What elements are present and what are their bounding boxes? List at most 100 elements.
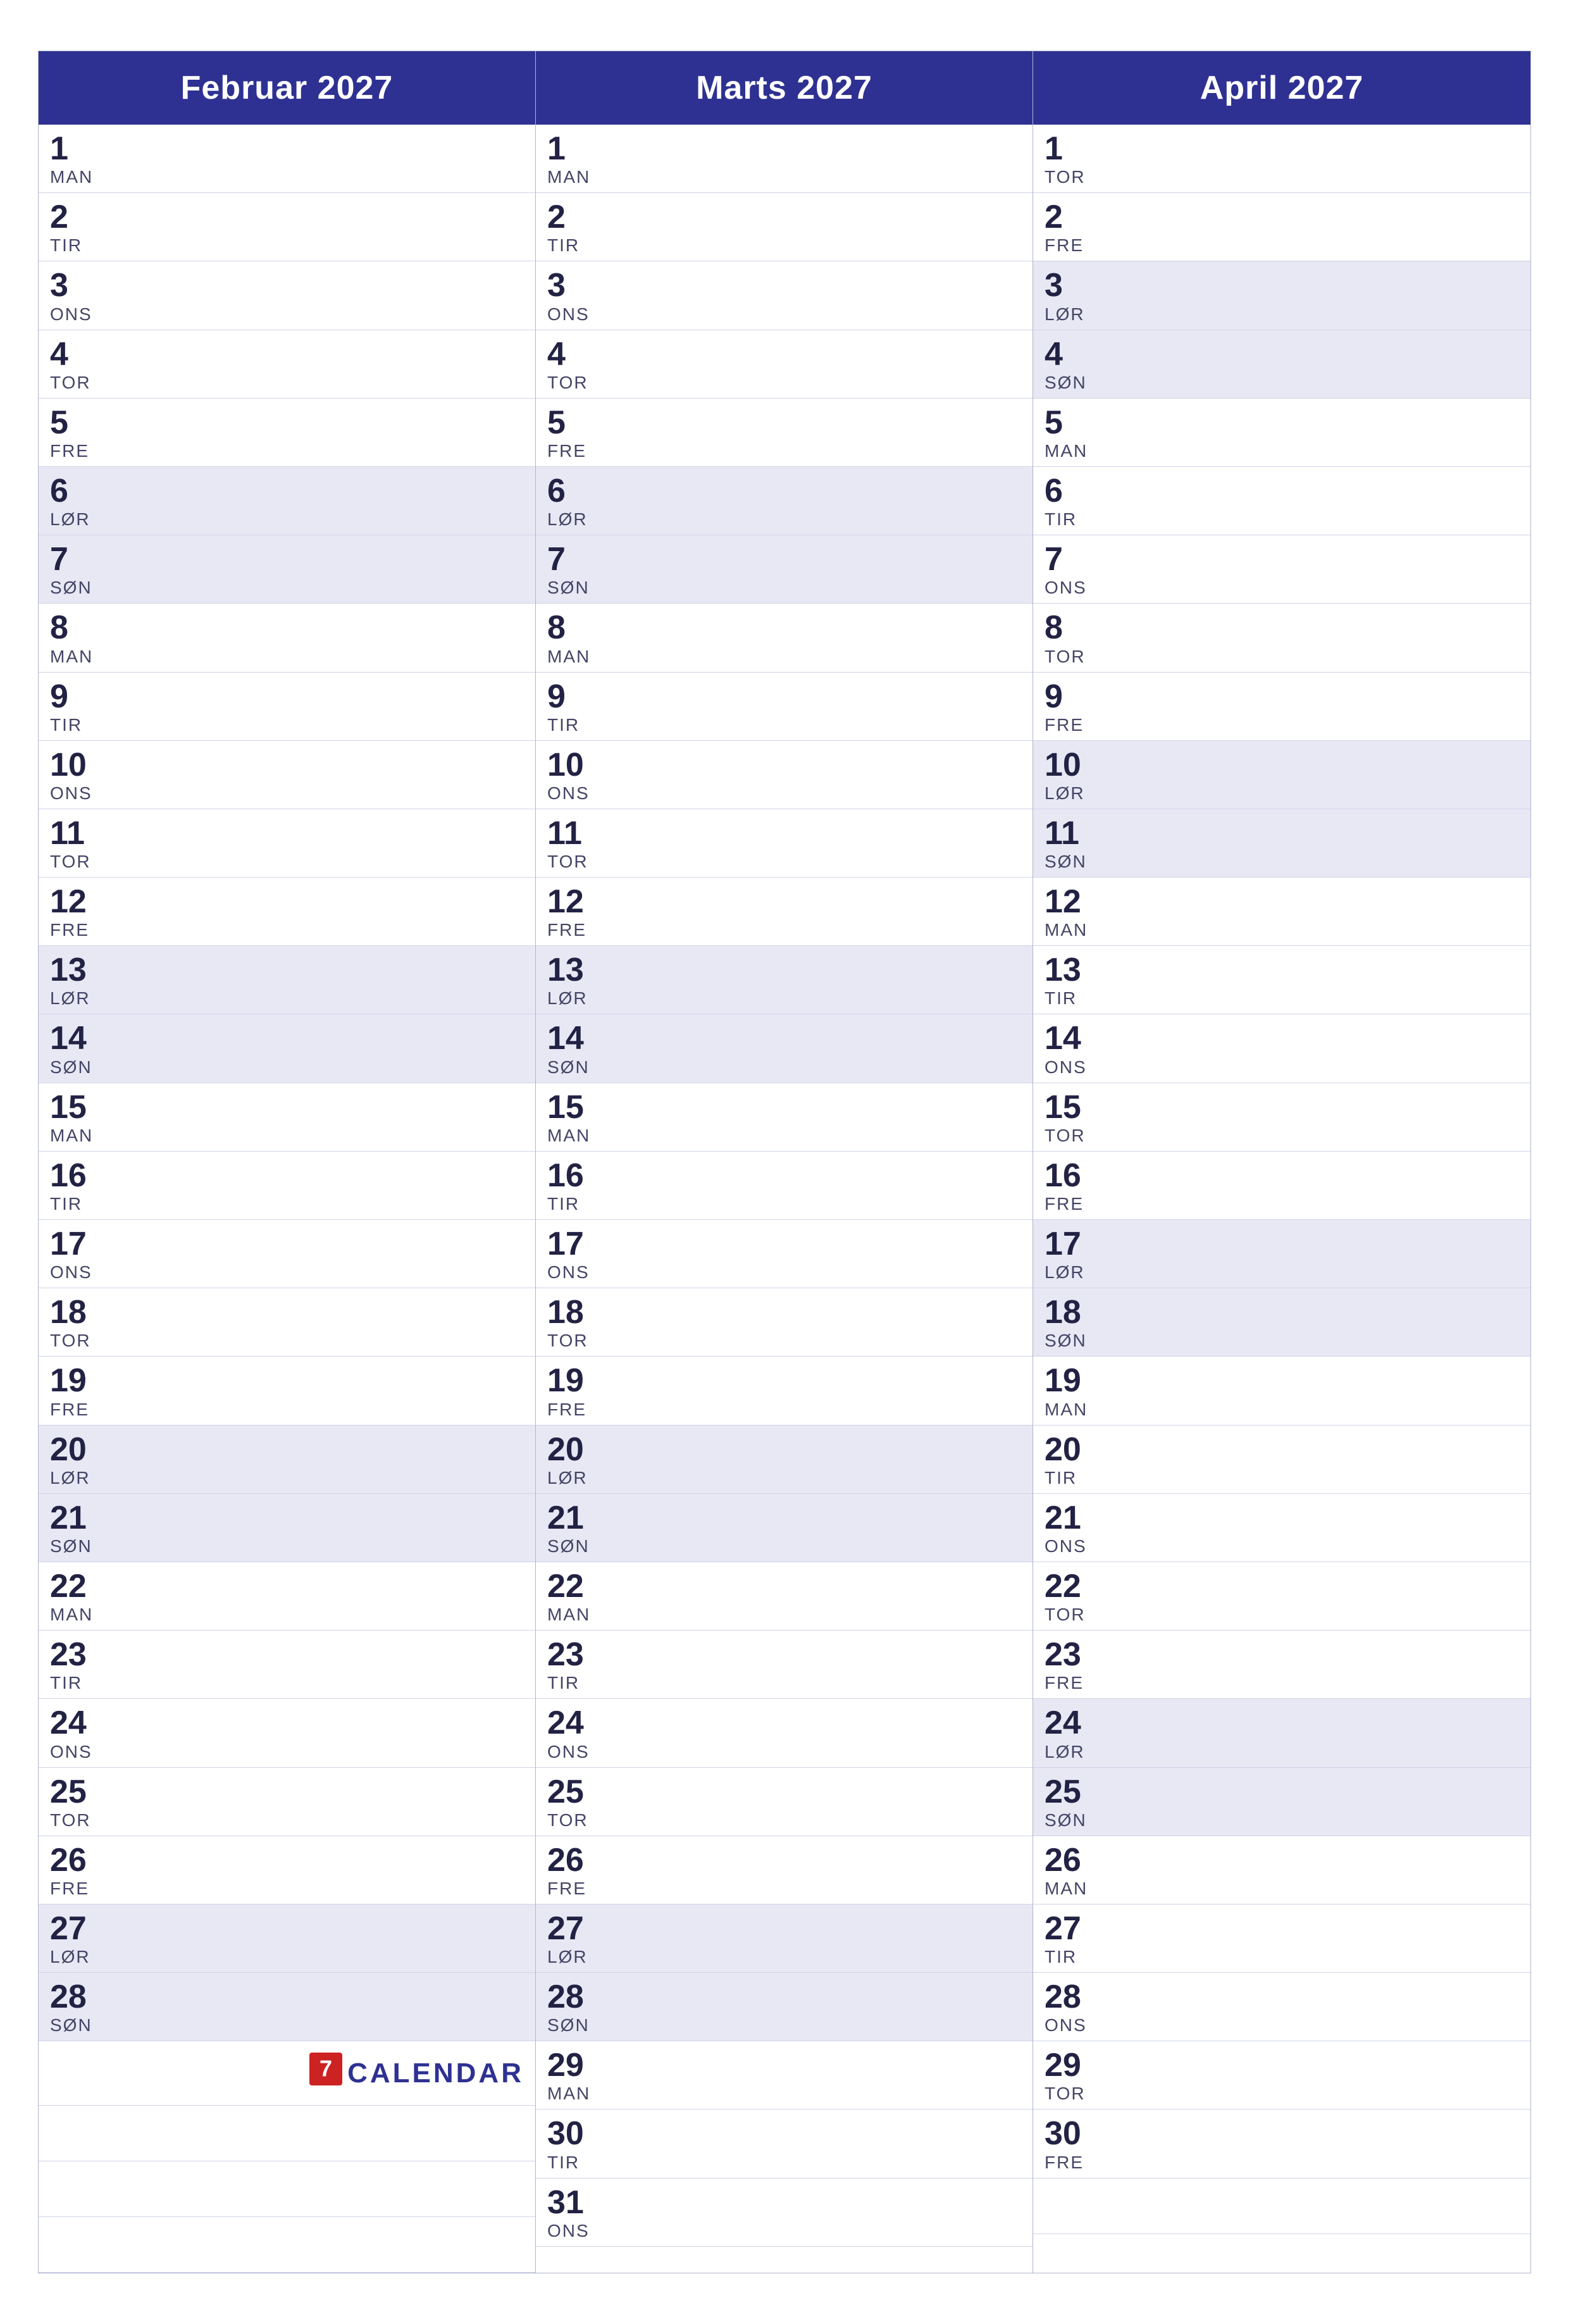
day-name-2-27: ONS <box>1045 2015 1519 2035</box>
day-name-1-0: MAN <box>547 167 1021 187</box>
day-row-1-20: 21SØN <box>536 1494 1033 1562</box>
day-number-1-10: 11 <box>547 816 1021 852</box>
day-row-2-25: 26MAN <box>1033 1836 1530 1905</box>
calendar-page: Februar 20271MAN2TIR3ONS4TOR5FRE6LØR7SØN… <box>38 51 1531 2273</box>
day-number-2-1: 2 <box>1045 199 1519 235</box>
day-name-0-7: MAN <box>50 647 524 667</box>
day-name-1-7: MAN <box>547 647 1021 667</box>
day-name-1-14: MAN <box>547 1126 1021 1146</box>
day-name-0-10: TOR <box>50 852 524 872</box>
day-number-2-19: 20 <box>1045 1432 1519 1468</box>
day-name-2-7: TOR <box>1045 647 1519 667</box>
day-row-0-22: 23TIR <box>39 1631 535 1699</box>
day-name-1-26: LØR <box>547 1947 1021 1967</box>
day-number-1-3: 4 <box>547 337 1021 373</box>
day-row-1-16: 17ONS <box>536 1220 1033 1288</box>
day-row-2-18: 19MAN <box>1033 1357 1530 1425</box>
day-number-0-16: 17 <box>50 1226 524 1262</box>
day-number-1-8: 9 <box>547 679 1021 715</box>
day-name-0-14: MAN <box>50 1126 524 1146</box>
day-row-2-7: 8TOR <box>1033 604 1530 672</box>
day-name-1-8: TIR <box>547 715 1021 735</box>
day-number-0-21: 22 <box>50 1569 524 1605</box>
day-name-2-2: LØR <box>1045 304 1519 325</box>
day-number-2-23: 24 <box>1045 1705 1519 1741</box>
day-name-0-20: SØN <box>50 1536 524 1557</box>
day-row-0-25: 26FRE <box>39 1836 535 1905</box>
day-row-1-21: 22MAN <box>536 1562 1033 1631</box>
filler-0-2 <box>39 2217 535 2273</box>
day-number-1-16: 17 <box>547 1226 1021 1262</box>
day-number-0-9: 10 <box>50 747 524 783</box>
day-number-2-4: 5 <box>1045 405 1519 441</box>
day-row-2-15: 16FRE <box>1033 1152 1530 1220</box>
day-name-0-3: TOR <box>50 373 524 393</box>
day-name-1-6: SØN <box>547 578 1021 598</box>
day-number-2-29: 30 <box>1045 2116 1519 2152</box>
day-number-0-10: 11 <box>50 816 524 852</box>
day-name-1-28: MAN <box>547 2084 1021 2104</box>
day-row-2-19: 20TIR <box>1033 1426 1530 1494</box>
day-name-1-30: ONS <box>547 2221 1021 2241</box>
day-row-2-6: 7ONS <box>1033 535 1530 604</box>
day-row-2-11: 12MAN <box>1033 878 1530 946</box>
day-name-2-13: ONS <box>1045 1057 1519 1078</box>
day-row-0-11: 12FRE <box>39 878 535 946</box>
day-number-0-25: 26 <box>50 1842 524 1879</box>
day-row-1-1: 2TIR <box>536 193 1033 261</box>
day-row-2-29: 30FRE <box>1033 2110 1530 2178</box>
day-row-2-9: 10LØR <box>1033 741 1530 809</box>
day-name-2-3: SØN <box>1045 373 1519 393</box>
day-number-2-24: 25 <box>1045 1774 1519 1810</box>
day-name-1-3: TOR <box>547 373 1021 393</box>
day-row-0-17: 18TOR <box>39 1288 535 1357</box>
day-number-1-17: 18 <box>547 1295 1021 1331</box>
day-number-2-27: 28 <box>1045 1979 1519 2015</box>
day-row-2-20: 21ONS <box>1033 1494 1530 1562</box>
day-name-0-8: TIR <box>50 715 524 735</box>
day-row-0-10: 11TOR <box>39 809 535 878</box>
month-header-2: April 2027 <box>1033 51 1530 125</box>
day-number-0-18: 19 <box>50 1363 524 1399</box>
day-name-2-17: SØN <box>1045 1331 1519 1351</box>
day-row-2-5: 6TIR <box>1033 467 1530 535</box>
day-name-1-18: FRE <box>547 1400 1021 1420</box>
day-row-2-24: 25SØN <box>1033 1768 1530 1836</box>
day-number-1-24: 25 <box>547 1774 1021 1810</box>
day-name-0-15: TIR <box>50 1194 524 1214</box>
month-col-0: Februar 20271MAN2TIR3ONS4TOR5FRE6LØR7SØN… <box>39 51 536 2273</box>
day-row-0-5: 6LØR <box>39 467 535 535</box>
day-number-2-16: 17 <box>1045 1226 1519 1262</box>
day-row-1-5: 6LØR <box>536 467 1033 535</box>
day-name-0-19: LØR <box>50 1468 524 1488</box>
day-row-1-28: 29MAN <box>536 2041 1033 2110</box>
day-name-0-2: ONS <box>50 304 524 325</box>
day-number-1-12: 13 <box>547 952 1021 988</box>
day-name-0-5: LØR <box>50 509 524 530</box>
day-number-0-11: 12 <box>50 884 524 920</box>
day-number-0-19: 20 <box>50 1432 524 1468</box>
day-number-1-22: 23 <box>547 1637 1021 1673</box>
day-name-1-29: TIR <box>547 2153 1021 2173</box>
day-row-0-1: 2TIR <box>39 193 535 261</box>
day-number-1-23: 24 <box>547 1705 1021 1741</box>
day-name-2-4: MAN <box>1045 441 1519 461</box>
day-number-0-2: 3 <box>50 268 524 304</box>
day-row-0-6: 7SØN <box>39 535 535 604</box>
day-number-1-14: 15 <box>547 1090 1021 1126</box>
day-number-0-4: 5 <box>50 405 524 441</box>
day-row-1-4: 5FRE <box>536 399 1033 467</box>
day-number-2-8: 9 <box>1045 679 1519 715</box>
day-number-0-20: 21 <box>50 1500 524 1536</box>
day-row-2-8: 9FRE <box>1033 673 1530 741</box>
day-row-1-25: 26FRE <box>536 1836 1033 1905</box>
day-number-2-12: 13 <box>1045 952 1519 988</box>
day-row-0-16: 17ONS <box>39 1220 535 1288</box>
day-row-0-13: 14SØN <box>39 1014 535 1083</box>
day-name-2-26: TIR <box>1045 1947 1519 1967</box>
day-row-2-12: 13TIR <box>1033 946 1530 1014</box>
day-row-0-19: 20LØR <box>39 1426 535 1494</box>
day-name-0-1: TIR <box>50 235 524 256</box>
day-row-1-26: 27LØR <box>536 1905 1033 1973</box>
day-row-2-10: 11SØN <box>1033 809 1530 878</box>
